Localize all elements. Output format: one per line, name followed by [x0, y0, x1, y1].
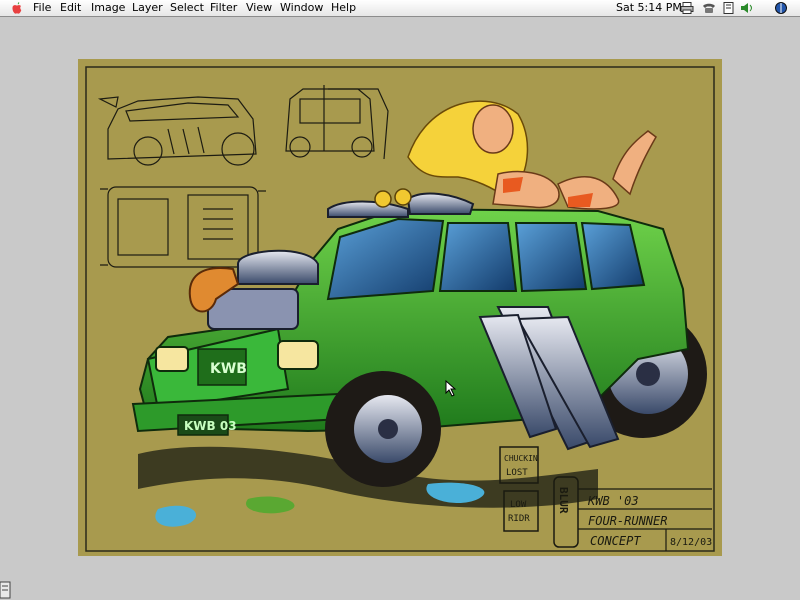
artwork-canvas[interactable]: KWB KWB 03 CHUCKIN LOST LOW RIDR BLUR KW… [78, 59, 722, 556]
headlight-left [155, 346, 189, 372]
license-plate-text: KWB 03 [184, 419, 237, 433]
signature-2-line-2: RIDR [508, 514, 530, 524]
signature-1-line-1: CHUCKIN [504, 454, 538, 463]
roof-horn-right [406, 192, 475, 215]
signature-2-line-1: LOW [510, 500, 527, 510]
figure-on-roof [407, 100, 657, 210]
printer-icon[interactable] [680, 2, 694, 14]
menu-filter[interactable]: Filter [210, 0, 237, 16]
side-window-rear [514, 222, 588, 293]
menu-select[interactable]: Select [170, 0, 204, 16]
title-date: 8/12/03 [670, 537, 712, 548]
roof-horn-left [327, 200, 409, 218]
signature-1-line-2: LOST [506, 468, 528, 478]
swimsuit-top [503, 177, 523, 193]
menu-edit[interactable]: Edit [60, 0, 81, 16]
grille-badge: KWB [210, 361, 247, 377]
side-window-front [438, 222, 518, 292]
title-line-1: KWB '03 [587, 494, 639, 508]
menu-image[interactable]: Image [91, 0, 125, 16]
green-suv: KWB KWB 03 [131, 188, 707, 487]
menu-window[interactable]: Window [280, 0, 323, 16]
application-menu-icon[interactable] [774, 2, 788, 14]
sketch-top-view [100, 186, 266, 268]
air-scoop [237, 249, 319, 285]
desktop-disk-icon[interactable] [0, 580, 14, 600]
face [472, 104, 514, 154]
blur-logo: BLUR [557, 487, 570, 514]
title-line-2: FOUR-RUNNER [588, 514, 667, 528]
sketch-rear-view [285, 85, 389, 160]
apple-menu-icon[interactable] [10, 0, 24, 16]
telephone-icon[interactable] [702, 2, 716, 14]
sound-icon[interactable] [740, 2, 754, 14]
menu-file[interactable]: File [33, 0, 51, 16]
document-icon[interactable] [722, 2, 736, 14]
menu-layer[interactable]: Layer [132, 0, 163, 16]
menu-help[interactable]: Help [331, 0, 356, 16]
sketch-side-view [97, 96, 257, 166]
menu-bar: File Edit Image Layer Select Filter View… [0, 0, 800, 17]
title-line-3: CONCEPT [590, 534, 641, 548]
title-block: BLUR KWB '03 FOUR-RUNNER CONCEPT 8/12/03 [553, 476, 712, 551]
legs [612, 130, 657, 196]
menubar-clock[interactable]: Sat 5:14 PM [616, 0, 682, 16]
headlight-right [277, 340, 319, 370]
menu-view[interactable]: View [246, 0, 272, 16]
car-illustration: KWB KWB 03 CHUCKIN LOST LOW RIDR BLUR KW… [85, 66, 715, 552]
